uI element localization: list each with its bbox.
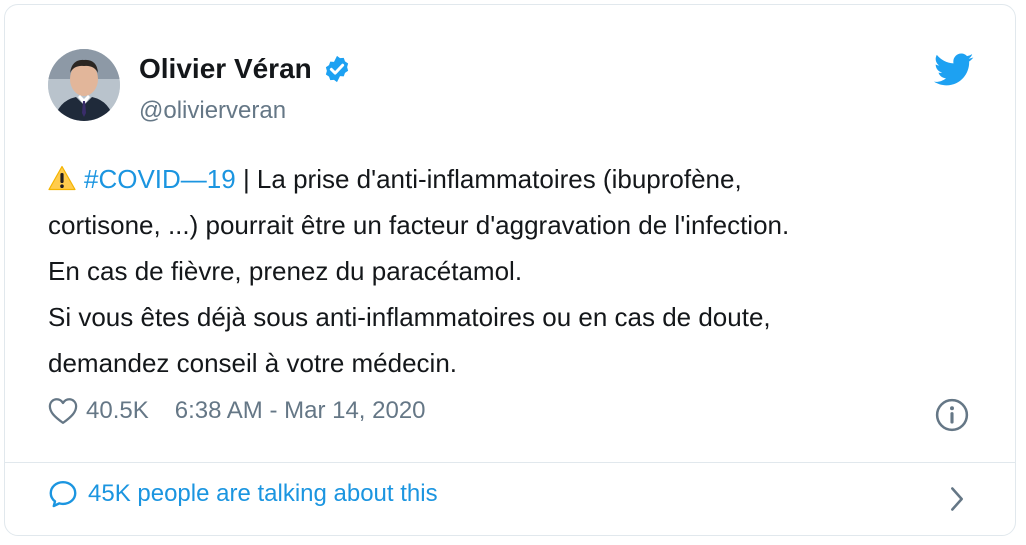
avatar-image xyxy=(48,49,120,121)
chevron-right-icon[interactable] xyxy=(947,485,967,513)
conversation-link[interactable]: 45K people are talking about this xyxy=(48,479,438,509)
tweet-line-3: En cas de fièvre, prenez du paracétamol. xyxy=(48,256,523,286)
avatar[interactable] xyxy=(48,49,120,121)
author-name[interactable]: Olivier Véran xyxy=(139,53,312,85)
tweet-line-1-text: | La prise d'anti-inflammatoires (ibupro… xyxy=(235,164,742,194)
twitter-bird-icon[interactable] xyxy=(934,53,974,87)
tweet-line-5: demandez conseil à votre médecin. xyxy=(48,348,458,378)
hashtag-link[interactable]: #COVID—19 xyxy=(84,164,236,194)
conversation-text: 45K people are talking about this xyxy=(88,480,438,507)
divider xyxy=(5,462,1015,463)
speech-bubble-icon xyxy=(49,480,77,508)
like-count[interactable]: 40.5K xyxy=(86,397,149,425)
verified-badge-icon xyxy=(325,55,348,83)
tweet-timestamp[interactable]: 6:38 AM - Mar 14, 2020 xyxy=(175,397,426,425)
tweet-line-4: Si vous êtes déjà sous anti-inflammatoir… xyxy=(48,302,771,332)
tweet-meta: 40.5K 6:38 AM - Mar 14, 2020 xyxy=(48,397,426,425)
tweet-header: Olivier Véran @olivierveran xyxy=(5,5,1015,135)
heart-icon[interactable] xyxy=(48,397,78,425)
tweet-card: Olivier Véran @olivierveran #COVID—19 | … xyxy=(4,4,1016,536)
tweet-line-1: #COVID—19 | La prise d'anti-inflammatoir… xyxy=(48,156,998,202)
tweet-text: #COVID—19 | La prise d'anti-inflammatoir… xyxy=(48,156,998,386)
info-icon[interactable] xyxy=(935,398,969,432)
tweet-line-2: cortisone, ...) pourrait être un facteur… xyxy=(48,210,790,240)
author-handle[interactable]: @olivierveran xyxy=(139,97,286,125)
author-name-row: Olivier Véran xyxy=(139,53,352,85)
warning-icon xyxy=(48,165,76,191)
